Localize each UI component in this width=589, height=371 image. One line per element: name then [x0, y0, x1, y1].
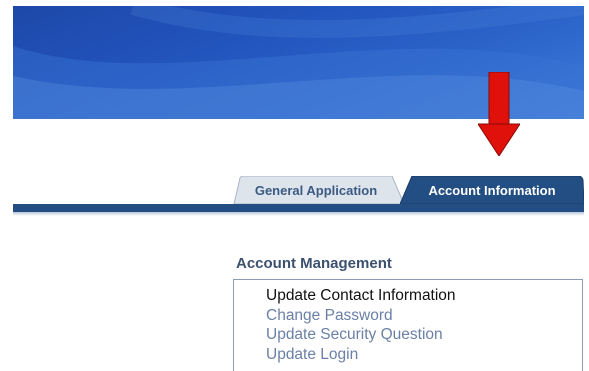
tab-bar-shadow — [13, 212, 584, 216]
tab-account-information[interactable]: Account Information — [400, 176, 584, 204]
tab-strip: General Application Account Information — [228, 176, 584, 204]
tab-bar-underline — [13, 204, 584, 212]
tab-general-application-label: General Application — [254, 183, 378, 198]
tab-general-application[interactable]: General Application — [228, 176, 404, 204]
account-management-menu: Update Contact Information Change Passwo… — [234, 280, 582, 364]
page: General Application Account Information … — [0, 0, 589, 371]
menu-item-update-login[interactable]: Update Login — [266, 345, 582, 365]
down-arrow-icon — [478, 72, 520, 156]
tab-account-information-label: Account Information — [428, 183, 556, 198]
account-management-panel: Update Contact Information Change Passwo… — [233, 279, 583, 371]
menu-item-update-security-question[interactable]: Update Security Question — [266, 325, 582, 345]
account-management-title: Account Management — [236, 255, 392, 272]
menu-item-change-password[interactable]: Change Password — [266, 306, 582, 326]
menu-item-update-contact-information[interactable]: Update Contact Information — [266, 286, 582, 306]
